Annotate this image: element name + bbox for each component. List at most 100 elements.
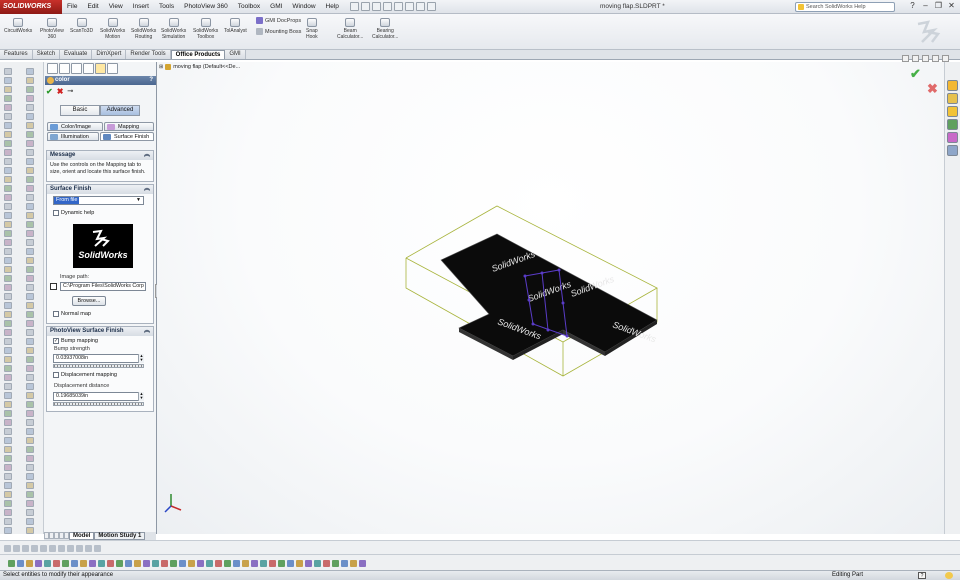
tab-dimxpert[interactable]: DimXpert (92, 50, 127, 59)
photoview-group-title[interactable]: PhotoView Surface Finish ︽ (47, 327, 153, 336)
confirmation-cancel-icon[interactable]: ✖ (927, 81, 938, 97)
bump-mapping-checkbox[interactable]: ✓ Bump mapping (53, 338, 98, 344)
sketch-tool-icon[interactable] (4, 77, 12, 84)
sketch-tool-icon[interactable] (26, 491, 34, 498)
tab-features[interactable]: Features (0, 50, 33, 59)
bump-strength-slider[interactable] (53, 364, 144, 368)
custom-properties-icon[interactable] (947, 145, 958, 156)
ribbon-solidworks-button[interactable]: SolidWorks Toolbox (193, 18, 218, 40)
status-help-button[interactable]: ? (918, 572, 926, 579)
tab-office-products[interactable]: Office Products (170, 50, 226, 59)
bottom-tool-icon[interactable] (242, 560, 249, 567)
sketch-tool-icon[interactable] (26, 149, 34, 156)
ribbon-tolanalyst-button[interactable]: TolAnalyst (224, 18, 247, 34)
sketch-tool-icon[interactable] (4, 176, 12, 183)
bottom-tool-icon[interactable] (314, 560, 321, 567)
sketch-tool-icon[interactable] (26, 86, 34, 93)
bottom-tool-icon[interactable] (8, 560, 15, 567)
sketch-tool-icon[interactable] (26, 311, 34, 318)
bump-strength-input[interactable]: 0.03937008in (53, 354, 144, 363)
sketch-tool-icon[interactable] (26, 518, 34, 525)
sketch-tool-icon[interactable] (26, 446, 34, 453)
bottom-tool-icon[interactable] (323, 560, 330, 567)
sketch-tool-icon[interactable] (4, 68, 12, 75)
bottom-tool-icon[interactable] (31, 545, 38, 552)
bottom-tool-icon[interactable] (224, 560, 231, 567)
sketch-tool-icon[interactable] (26, 302, 34, 309)
feature-manager-tab-icon[interactable] (47, 63, 58, 74)
gmi-docprops-button[interactable]: GMI DocProps (256, 17, 301, 24)
sketch-tool-icon[interactable] (4, 527, 12, 534)
bottom-tool-icon[interactable] (53, 560, 60, 567)
bottom-tool-icon[interactable] (76, 545, 83, 552)
sketch-tool-icon[interactable] (4, 464, 12, 471)
bottom-tool-icon[interactable] (359, 560, 366, 567)
bottom-tool-icon[interactable] (278, 560, 285, 567)
viewport-close-icon[interactable] (942, 55, 949, 62)
sketch-tool-icon[interactable] (26, 392, 34, 399)
appearance-tab-icon[interactable] (107, 63, 118, 74)
bottom-tool-icon[interactable] (58, 545, 65, 552)
solidworks-resources-icon[interactable] (947, 80, 958, 91)
tab-mapping[interactable]: Mapping (104, 122, 154, 131)
surface-finish-group-title[interactable]: Surface Finish ︽ (47, 185, 153, 194)
mounting-boss-button[interactable]: Mounting Boss (256, 28, 301, 35)
sketch-tool-icon[interactable] (4, 446, 12, 453)
bottom-tool-icon[interactable] (233, 560, 240, 567)
bottom-tool-icon[interactable] (89, 560, 96, 567)
open-icon[interactable] (360, 2, 370, 11)
message-group-title[interactable]: Message ︽ (47, 151, 153, 160)
sketch-tool-icon[interactable] (26, 77, 34, 84)
sketch-tool-icon[interactable] (26, 266, 34, 273)
sketch-tool-icon[interactable] (26, 329, 34, 336)
bottom-tool-icon[interactable] (49, 545, 56, 552)
dimxpert-manager-tab-icon[interactable] (83, 63, 94, 74)
dynamic-help-checkbox[interactable]: Dynamic help (53, 210, 94, 216)
ribbon-solidworks-button[interactable]: SolidWorks Simulation (161, 18, 186, 40)
bottom-tool-icon[interactable] (26, 560, 33, 567)
sketch-tool-icon[interactable] (4, 167, 12, 174)
ribbon-photoview-button[interactable]: PhotoView 360 (40, 18, 64, 40)
sketch-tool-icon[interactable] (4, 194, 12, 201)
tab-motion-study[interactable]: Motion Study 1 (94, 532, 146, 540)
sketch-tool-icon[interactable] (26, 338, 34, 345)
menu-view[interactable]: View (104, 3, 128, 10)
bottom-tool-icon[interactable] (35, 560, 42, 567)
sketch-tool-icon[interactable] (4, 329, 12, 336)
bottom-tool-icon[interactable] (98, 560, 105, 567)
sketch-tool-icon[interactable] (4, 230, 12, 237)
bottom-tool-icon[interactable] (125, 560, 132, 567)
sketch-tool-icon[interactable] (26, 248, 34, 255)
ribbon-scanto3d-button[interactable]: ScanTo3D (70, 18, 93, 34)
bottom-tool-icon[interactable] (251, 560, 258, 567)
sketch-tool-icon[interactable] (4, 203, 12, 210)
sketch-tool-icon[interactable] (4, 266, 12, 273)
sketch-tool-icon[interactable] (4, 437, 12, 444)
menu-help[interactable]: Help (321, 3, 344, 10)
sketch-tool-icon[interactable] (4, 419, 12, 426)
bottom-tool-icon[interactable] (305, 560, 312, 567)
ribbon-circuitworks-button[interactable]: CircuitWorks (4, 18, 32, 34)
bottom-tool-icon[interactable] (143, 560, 150, 567)
sketch-tool-icon[interactable] (26, 347, 34, 354)
sketch-tool-icon[interactable] (4, 104, 12, 111)
viewport-minimize-icon[interactable] (922, 55, 929, 62)
bottom-tool-icon[interactable] (67, 545, 74, 552)
sketch-tool-icon[interactable] (4, 221, 12, 228)
rebuild-icon[interactable] (415, 2, 425, 11)
sketch-tool-icon[interactable] (26, 401, 34, 408)
sketch-tool-icon[interactable] (4, 95, 12, 102)
sketch-tool-icon[interactable] (26, 383, 34, 390)
bottom-tool-icon[interactable] (17, 560, 24, 567)
select-icon[interactable] (404, 2, 414, 11)
bottom-tool-icon[interactable] (85, 545, 92, 552)
menu-toolbox[interactable]: Toolbox (233, 3, 265, 10)
sketch-tool-icon[interactable] (26, 320, 34, 327)
sketch-tool-icon[interactable] (26, 257, 34, 264)
menu-edit[interactable]: Edit (82, 3, 103, 10)
sketch-tool-icon[interactable] (4, 302, 12, 309)
menu-photoview-360[interactable]: PhotoView 360 (179, 3, 233, 10)
displacement-distance-spinner[interactable]: ▲ ▼ (138, 392, 144, 401)
sketch-tool-icon[interactable] (26, 194, 34, 201)
bottom-tool-icon[interactable] (341, 560, 348, 567)
